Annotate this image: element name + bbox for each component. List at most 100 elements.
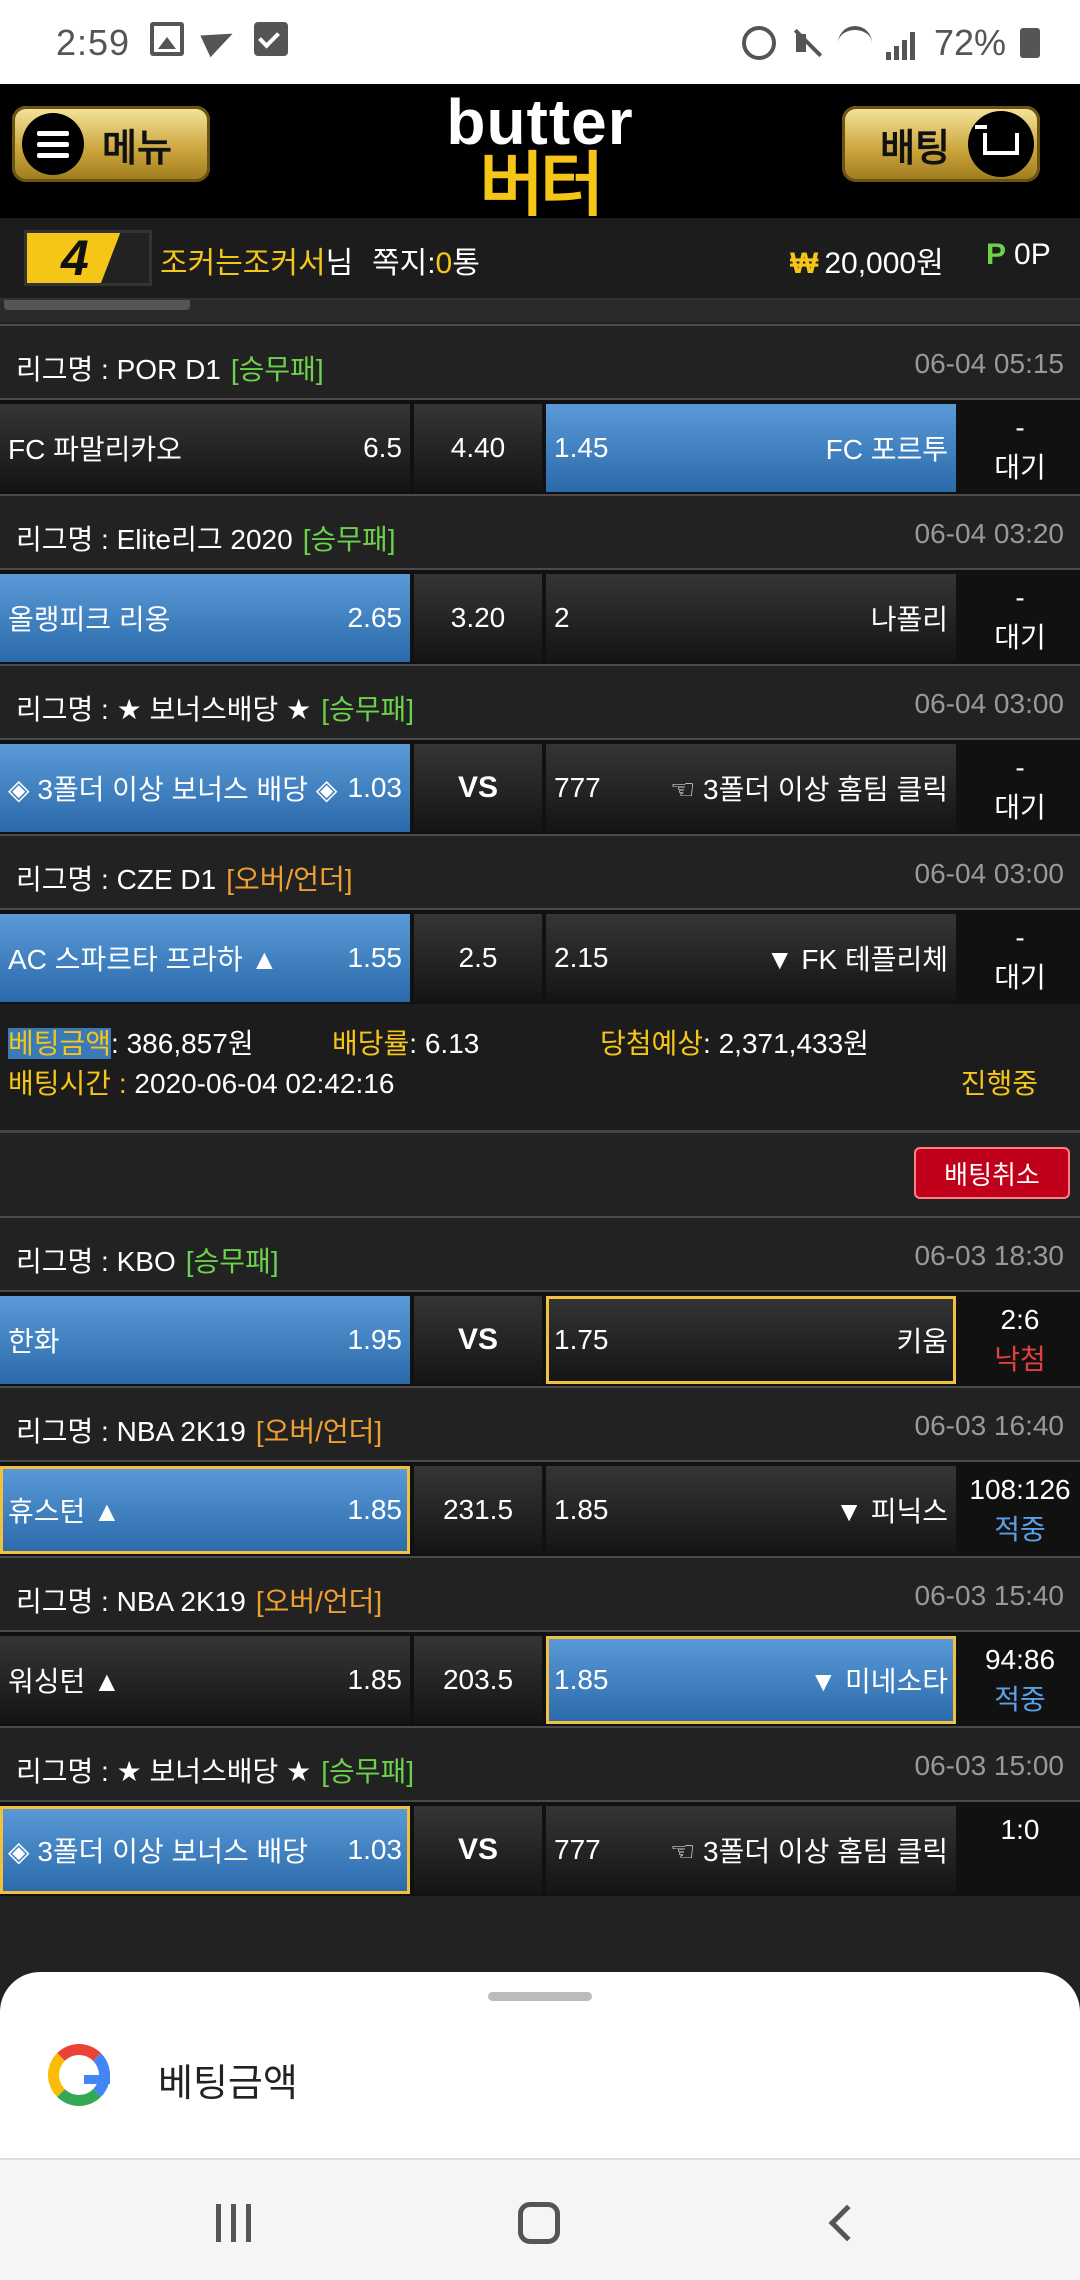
bet-type: [오버/언더]: [255, 1586, 383, 1617]
home-pick[interactable]: FC 파말리카오 6.5: [0, 404, 410, 492]
away-pick[interactable]: 777 ☜ 3폴더 이상 홈팀 클릭: [546, 744, 956, 832]
match-time: 06-03 15:00: [914, 1750, 1064, 1781]
league-header: 리그명 : NBA 2K19 [오버/언더] 06-03 15:40: [0, 1556, 1080, 1632]
bet-type: [오버/언더]: [226, 864, 353, 895]
league-name: NBA 2K19: [116, 1416, 246, 1447]
site-header: 메뉴 butter 버터 배팅: [0, 84, 1080, 220]
home-pick[interactable]: 올랭피크 리옹 2.65: [0, 574, 410, 662]
bet-history-list: 리그명 : POR D1 [승무패] 06-04 05:15 FC 파말리카오 6.…: [0, 324, 1080, 1896]
league-name: CZE D1: [116, 864, 217, 895]
league-header: 리그명 : CZE D1 [오버/언더] 06-04 03:00: [0, 834, 1080, 910]
match-time: 06-04 03:00: [914, 688, 1064, 719]
match-time: 06-03 18:30: [914, 1240, 1064, 1271]
away-pick[interactable]: 1.75 키움: [546, 1296, 956, 1384]
google-icon: [48, 2044, 110, 2106]
match-result: - 대기: [994, 412, 1046, 483]
points: P 0P: [986, 238, 1051, 271]
bet-time: 배팅시간 : 2020-06-04 02:42:16: [8, 1068, 395, 1099]
draw-pick[interactable]: 4.40: [414, 404, 542, 492]
match-row: ◈ 3폴더 이상 보너스 배당 1.03 VS 777 ☜ 3폴더 이상 홈팀 클릭…: [0, 1802, 1080, 1896]
bet-rate: 배당률: 6.13: [332, 1028, 480, 1059]
mute-icon: [790, 26, 824, 60]
league-header: 리그명 : ★ 보너스배당 ★ [승무패] 06-03 15:00: [0, 1726, 1080, 1802]
match-row: 한화 1.95 VS 1.75 키움 2:6 낙첨: [0, 1292, 1080, 1386]
league-name: NBA 2K19: [116, 1586, 246, 1617]
username[interactable]: 조커는조커서님: [160, 238, 353, 282]
draw-pick[interactable]: 3.20: [414, 574, 542, 662]
match-row: AC 스파르타 프라하 ▲ 1.55 2.5 2.15 ▼ FK 테플리체 - 대기: [0, 910, 1080, 1004]
bet-type: [승무패]: [230, 354, 324, 385]
site-logo[interactable]: butter 버터: [420, 86, 660, 220]
betslip-button-label: 배팅: [880, 127, 950, 170]
away-pick[interactable]: 1.85 ▼ 피닉스: [546, 1466, 956, 1554]
match-row: ◈ 3폴더 이상 보너스 배당 ◈ 1.03 VS 777 ☜ 3폴더 이상 홈팀 …: [0, 740, 1080, 834]
bet-amount: 베팅금액: 386,857원: [8, 1028, 254, 1059]
cancel-bar: 배팅취소: [0, 1130, 1080, 1216]
match-result: 1:0: [1000, 1814, 1040, 1845]
home-pick[interactable]: 휴스턴 ▲ 1.85: [0, 1466, 410, 1554]
app-screen: { "status_bar": {"time": "2:59", "batter…: [0, 0, 1080, 2280]
bet-type: [승무패]: [321, 1756, 415, 1787]
league-name: KBO: [116, 1246, 176, 1277]
betslip-button[interactable]: 배팅: [842, 106, 1040, 182]
system-nav-bar: [0, 2158, 1080, 2280]
won-icon: ₩: [790, 247, 819, 280]
away-pick[interactable]: 2 나폴리: [546, 574, 956, 662]
match-result: 94:86 적중: [984, 1644, 1056, 1715]
horizontal-scroll-indicator: [0, 300, 1080, 322]
match-result: 2:6 낙첨: [994, 1304, 1046, 1375]
autofill-suggestion[interactable]: 베팅금액: [158, 2052, 298, 2107]
home-pick[interactable]: 워싱턴 ▲ 1.85: [0, 1636, 410, 1724]
draw-pick[interactable]: VS: [414, 1806, 542, 1894]
match-row: 올랭피크 리옹 2.65 3.20 2 나폴리 - 대기: [0, 570, 1080, 664]
draw-pick[interactable]: 2.5: [414, 914, 542, 1002]
home-pick[interactable]: 한화 1.95: [0, 1296, 410, 1384]
league-header: 리그명 : NBA 2K19 [오버/언더] 06-03 16:40: [0, 1386, 1080, 1462]
away-pick[interactable]: 2.15 ▼ FK 테플리체: [546, 914, 956, 1002]
recent-apps-icon[interactable]: [216, 2204, 251, 2242]
messages-link[interactable]: 쪽지:0통: [372, 238, 480, 282]
match-result: - 대기: [994, 582, 1046, 653]
league-name: Elite리그 2020: [116, 524, 293, 555]
signal-icon: [885, 26, 920, 60]
bet-type: [승무패]: [302, 524, 396, 555]
match-time: 06-04 03:00: [914, 858, 1064, 889]
back-icon[interactable]: [828, 2204, 866, 2242]
bet-summary: 베팅금액: 386,857원 배당률: 6.13 당첨예상: 2,371,433…: [0, 1004, 1080, 1130]
bet-type: [오버/언더]: [255, 1416, 383, 1447]
draw-pick[interactable]: VS: [414, 744, 542, 832]
league-name: ★ 보너스배당 ★: [116, 1756, 312, 1787]
match-time: 06-04 05:15: [914, 348, 1064, 379]
hamburger-icon: [22, 113, 84, 175]
menu-button[interactable]: 메뉴: [12, 106, 210, 182]
sheet-drag-handle[interactable]: [488, 1992, 592, 2001]
points-icon: P: [986, 238, 1007, 271]
menu-button-label: 메뉴: [102, 127, 172, 170]
gallery-notification-icon: [150, 22, 184, 56]
balance: ₩20,000원: [790, 247, 944, 280]
draw-pick[interactable]: 203.5: [414, 1636, 542, 1724]
away-pick[interactable]: 777 ☜ 3폴더 이상 홈팀 클릭: [546, 1806, 956, 1894]
cancel-bet-button[interactable]: 배팅취소: [914, 1147, 1070, 1199]
clock: 2:59: [56, 22, 131, 63]
logo-text-en: butter: [446, 86, 634, 158]
telegram-notification-icon: [202, 22, 236, 56]
home-pick[interactable]: ◈ 3폴더 이상 보너스 배당 ◈ 1.03: [0, 744, 410, 832]
alarm-icon: [741, 26, 776, 60]
home-icon[interactable]: [518, 2202, 560, 2244]
league-header: 리그명 : Elite리그 2020 [승무패] 06-04 03:20: [0, 494, 1080, 570]
match-time: 06-03 15:40: [914, 1580, 1064, 1611]
draw-pick[interactable]: 231.5: [414, 1466, 542, 1554]
expected-win: 당첨예상: 2,371,433원: [600, 1028, 869, 1059]
level-badge: 4: [24, 230, 152, 286]
home-pick[interactable]: AC 스파르타 프라하 ▲ 1.55: [0, 914, 410, 1002]
bet-type: [승무패]: [321, 694, 415, 725]
match-row: 휴스턴 ▲ 1.85 231.5 1.85 ▼ 피닉스 108:126 적중: [0, 1462, 1080, 1556]
match-time: 06-03 16:40: [914, 1410, 1064, 1441]
draw-pick[interactable]: VS: [414, 1296, 542, 1384]
bet-type: [승무패]: [185, 1246, 279, 1277]
home-pick[interactable]: ◈ 3폴더 이상 보너스 배당 1.03: [0, 1806, 410, 1894]
away-pick[interactable]: 1.85 ▼ 미네소타: [546, 1636, 956, 1724]
away-pick[interactable]: 1.45 FC 포르투: [546, 404, 956, 492]
match-result: - 대기: [994, 922, 1046, 993]
